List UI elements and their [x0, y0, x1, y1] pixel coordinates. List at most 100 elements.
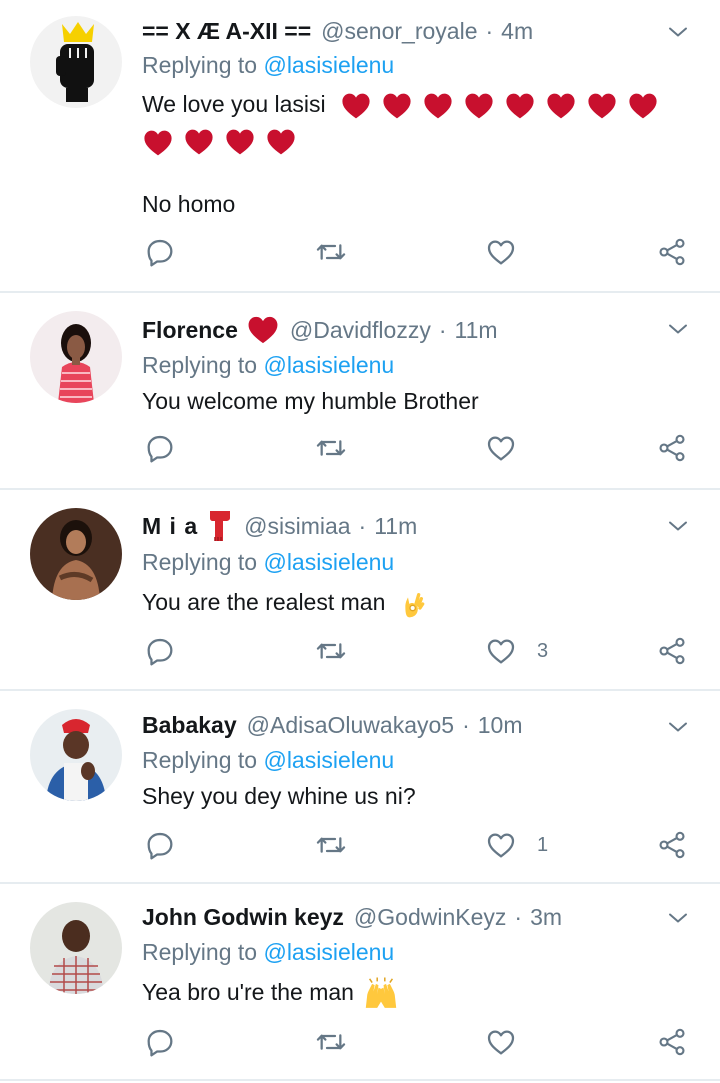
scarf-emoji-icon [206, 509, 234, 543]
like-button[interactable] [485, 1026, 537, 1058]
chevron-down-icon[interactable] [666, 906, 690, 930]
reply-mention-link[interactable]: @lasisielenu [263, 549, 394, 575]
reply-button[interactable] [144, 829, 176, 861]
chevron-down-icon[interactable] [666, 317, 690, 341]
heart-icon [485, 635, 517, 667]
retweet-icon [315, 1026, 347, 1058]
avatar[interactable] [30, 16, 122, 108]
divider [0, 1079, 720, 1081]
like-button[interactable]: 3 [485, 635, 548, 667]
replying-label: Replying to [142, 549, 258, 575]
red-heart-emoji-icon [340, 90, 372, 122]
reply-button[interactable] [144, 236, 176, 268]
avatar[interactable] [30, 709, 122, 801]
separator-dot: · [514, 903, 523, 930]
reply-mention-link[interactable]: @lasisielenu [263, 747, 394, 773]
timestamp[interactable]: 10m [478, 712, 523, 739]
reply-button[interactable] [144, 1026, 176, 1058]
user-handle[interactable]: @AdisaOluwakayo5 [247, 712, 454, 739]
retweet-button[interactable] [315, 1026, 347, 1058]
red-heart-emoji-icon [504, 90, 536, 122]
separator-dot: · [485, 17, 494, 44]
timestamp[interactable]: 11m [374, 513, 417, 540]
share-icon [656, 635, 688, 667]
separator-dot: · [438, 316, 447, 343]
timestamp[interactable]: 4m [501, 18, 533, 45]
share-button[interactable] [656, 635, 688, 667]
tweet-text-content: Yea bro u're the man [142, 979, 354, 1005]
separator-dot: · [358, 512, 367, 539]
avatar[interactable] [30, 508, 122, 600]
timestamp[interactable]: 11m [455, 317, 498, 344]
reply-mention-link[interactable]: @lasisielenu [263, 352, 394, 378]
red-heart-emoji-icon [246, 313, 280, 347]
like-button[interactable] [485, 236, 537, 268]
tweet-actions [0, 432, 720, 472]
tweet-reply-2[interactable]: Florence @Davidflozzy · 11m Replying to … [0, 293, 720, 488]
user-handle[interactable]: @sisimiaa [244, 513, 350, 540]
tweet-text: You are the realest man [142, 584, 690, 620]
replying-label: Replying to [142, 747, 258, 773]
display-name[interactable]: == X Æ A-XII == [142, 18, 311, 45]
reply-button[interactable] [144, 432, 176, 464]
red-heart-emoji-icon [586, 90, 618, 122]
like-button[interactable]: 1 [485, 829, 548, 861]
share-button[interactable] [656, 829, 688, 861]
red-heart-emoji-icon [627, 90, 659, 122]
like-count: 3 [537, 639, 549, 662]
tweet-reply-5[interactable]: John Godwin keyz @GodwinKeyz · 3m Replyi… [0, 884, 720, 1079]
replying-to: Replying to @lasisielenu [142, 747, 394, 774]
retweet-icon [315, 432, 347, 464]
display-name[interactable]: Florence [142, 317, 238, 344]
tweet-text: Yea bro u're the man [142, 974, 690, 1011]
avatar[interactable] [30, 902, 122, 994]
raising-hands-emoji-icon [366, 977, 397, 1008]
reply-icon [144, 635, 176, 667]
retweet-button[interactable] [315, 829, 347, 861]
red-heart-emoji-icon [381, 90, 413, 122]
replying-label: Replying to [142, 52, 258, 78]
red-heart-emoji-icon [545, 90, 577, 122]
retweet-button[interactable] [315, 236, 347, 268]
tweet-reply-3[interactable]: M i a @sisimiaa · 11m Replying to @lasis… [0, 490, 720, 689]
replying-label: Replying to [142, 939, 258, 965]
timestamp[interactable]: 3m [530, 904, 562, 931]
like-count: 1 [537, 833, 549, 856]
chevron-down-icon[interactable] [666, 715, 690, 739]
share-button[interactable] [656, 236, 688, 268]
chevron-down-icon[interactable] [666, 20, 690, 44]
tweet-text: Shey you dey whine us ni? [142, 783, 416, 809]
share-icon [656, 1026, 688, 1058]
reply-mention-link[interactable]: @lasisielenu [263, 939, 394, 965]
share-button[interactable] [656, 432, 688, 464]
heart-icon [485, 236, 517, 268]
replying-to: Replying to @lasisielenu [142, 52, 394, 79]
retweet-button[interactable] [315, 635, 347, 667]
reply-mention-link[interactable]: @lasisielenu [263, 52, 394, 78]
red-heart-emoji-icon [142, 127, 174, 159]
red-heart-emoji-icon [422, 90, 454, 122]
reply-button[interactable] [144, 635, 176, 667]
chevron-down-icon[interactable] [666, 514, 690, 538]
tweet-reply-1[interactable]: == X Æ A-XII == @senor_royale · 4m Reply… [0, 0, 720, 291]
share-icon [656, 236, 688, 268]
reply-icon [144, 829, 176, 861]
separator-dot: · [462, 711, 470, 738]
tweet-text: We love you lasisi [142, 86, 690, 159]
user-handle[interactable]: @Davidflozzy [290, 317, 431, 344]
tweet-reply-4[interactable]: Babakay @AdisaOluwakayo5 · 10m Replying … [0, 691, 720, 882]
user-handle[interactable]: @senor_royale [321, 18, 477, 45]
reply-icon [144, 236, 176, 268]
replying-label: Replying to [142, 352, 258, 378]
like-button[interactable] [485, 432, 537, 464]
display-name[interactable]: M i a [142, 513, 198, 540]
reply-icon [144, 1026, 176, 1058]
user-handle[interactable]: @GodwinKeyz [354, 904, 506, 931]
display-name[interactable]: John Godwin keyz [142, 904, 344, 931]
retweet-button[interactable] [315, 432, 347, 464]
reply-icon [144, 432, 176, 464]
red-heart-emoji-icon [265, 126, 297, 158]
share-button[interactable] [656, 1026, 688, 1058]
avatar[interactable] [30, 311, 122, 403]
display-name[interactable]: Babakay [142, 712, 237, 739]
